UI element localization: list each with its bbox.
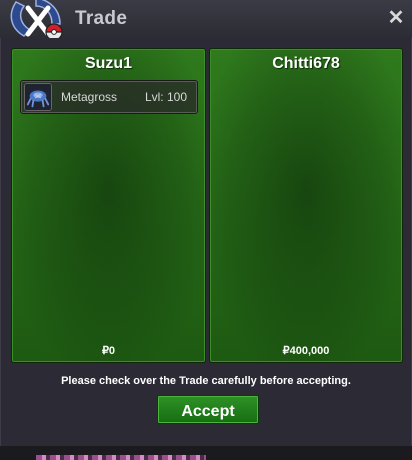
my-offer-panel: Suzu1 Metagross Lvl: 100 ₽0 xyxy=(11,48,206,363)
my-money-offer: ₽0 xyxy=(101,345,116,357)
offered-pokemon-item[interactable]: Metagross Lvl: 100 xyxy=(20,80,198,114)
trade-window: Trade ✕ Suzu1 Metagross Lvl: 100 ₽0 Chit… xyxy=(0,0,412,460)
partner-money-offer: ₽400,000 xyxy=(282,345,330,357)
title-bar[interactable]: Trade ✕ xyxy=(0,0,412,41)
metagross-sprite-icon xyxy=(24,83,52,111)
pokemon-name: Metagross xyxy=(61,90,118,104)
trade-body: Suzu1 Metagross Lvl: 100 ₽0 Chitti678 ₽4… xyxy=(0,38,412,446)
pokemon-level: Lvl: 100 xyxy=(144,90,187,104)
trade-notice: Please check over the Trade carefully be… xyxy=(61,375,351,387)
partner-player-name: Chitti678 xyxy=(272,55,340,72)
close-icon[interactable]: ✕ xyxy=(384,6,408,30)
accept-button[interactable]: Accept xyxy=(157,395,259,424)
partner-offer-panel: Chitti678 ₽400,000 xyxy=(209,48,403,363)
background-art xyxy=(36,455,206,460)
my-player-name: Suzu1 xyxy=(84,55,133,72)
window-title: Trade xyxy=(75,8,128,29)
